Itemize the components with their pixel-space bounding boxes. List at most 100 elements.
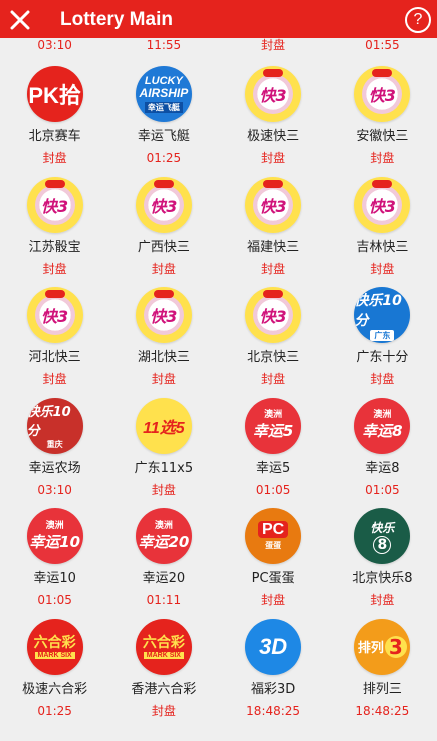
help-button[interactable]: ? <box>405 7 431 33</box>
kuai3-icon: 快3 <box>354 176 411 233</box>
lottery-status: 封盘 <box>261 593 286 607</box>
icon-label: 快3 <box>41 196 69 216</box>
icon-label: 重庆 <box>46 440 63 449</box>
lottery-item[interactable]: 快3 广西快三封盘 <box>109 171 218 282</box>
lottery-status: 01:05 <box>37 593 72 607</box>
lottery-name: 北京快三 <box>247 350 300 365</box>
lucky-5-icon: 澳洲幸运5 <box>245 397 302 454</box>
icon-label: 幸运5 <box>252 422 294 440</box>
lottery-item[interactable]: 快3 河北快三 封盘 <box>0 281 109 392</box>
lottery-name: 广东十分 <box>356 350 409 365</box>
icon-label: 快3 <box>368 86 396 105</box>
kuai3-icon: 快3 <box>135 287 192 343</box>
lottery-name: 吉林快三 <box>356 239 409 255</box>
lottery-status: 封盘 <box>42 372 67 386</box>
partial-status: 封盘 <box>261 38 286 52</box>
fucai-3d-icon: 3D <box>245 618 302 675</box>
lottery-status: 封盘 <box>370 151 395 165</box>
lottery-item[interactable]: 快3 吉林快三封盘 <box>328 171 437 282</box>
lottery-name: 幸运农场 <box>28 460 81 476</box>
icon-label: AIRSHIP <box>139 85 189 100</box>
guangdong-10-icon: 快乐10分 广东 <box>354 287 411 343</box>
lucky-10-icon: 澳洲 幸运10 <box>26 508 83 564</box>
lottery-item[interactable]: 快3 福建快三 封盘 <box>219 171 328 282</box>
lottery-name: 广西快三 <box>137 239 190 255</box>
lottery-status: 封盘 <box>370 261 395 276</box>
lottery-item[interactable]: 快3 极速快三 封盘 <box>219 60 328 171</box>
kuai3-icon: 快3 <box>26 176 83 233</box>
lottery-item[interactable]: PK拾 北京赛车 封盘 <box>0 60 109 171</box>
lottery-name: 北京赛车 <box>28 129 81 144</box>
icon-label: 8 <box>373 535 392 554</box>
lottery-status: 封盘 <box>42 261 67 276</box>
bj-kl8-icon: 快乐 8 <box>354 508 411 564</box>
partial-status: 11:55 <box>146 38 182 52</box>
lottery-status: 01:11 <box>146 593 182 607</box>
lottery-item[interactable]: 快3 湖北快三封盘 <box>109 281 218 392</box>
kuai3-icon: 快3 <box>245 66 302 122</box>
icon-label: 11选5 <box>143 419 185 437</box>
top-bar: Lottery Main ? <box>0 0 437 40</box>
lottery-status: 封盘 <box>151 372 176 386</box>
lottery-item[interactable]: 六合彩 MARK SIX 香港六合彩 封盘 <box>109 613 218 724</box>
lottery-item[interactable]: 快乐10分 广东 广东十分 封盘 <box>328 281 437 392</box>
pc-egg-icon: PC 蛋蛋 <box>245 508 302 564</box>
lottery-name: 幸运飞艇 <box>137 129 190 144</box>
close-button[interactable] <box>0 0 40 40</box>
kuai3-icon: 快3 <box>245 287 302 343</box>
icon-label: 幸运10 <box>29 532 81 551</box>
icon-label: 幸运20 <box>138 532 190 551</box>
page-title: Lottery Main <box>60 9 173 30</box>
icon-label: 澳洲 <box>45 520 64 531</box>
icon-label: 广东 <box>370 329 395 341</box>
icon-label: MARK SIX <box>143 651 184 659</box>
lottery-status: 封盘 <box>261 372 286 386</box>
lucky-farm-icon: 快乐10分 重庆 <box>26 397 83 454</box>
lottery-status: 01:25 <box>37 703 72 718</box>
kuai3-icon: 快3 <box>26 287 83 343</box>
lottery-item[interactable]: 排列 3 排列三 18:48:25 <box>328 613 437 724</box>
lottery-status: 18:48:25 <box>355 703 410 718</box>
lottery-item[interactable]: 3D 福彩3D 18:48:25 <box>219 613 328 724</box>
lottery-status: 封盘 <box>151 703 176 718</box>
icon-label: 快3 <box>150 307 178 326</box>
close-icon <box>10 10 30 30</box>
lottery-item[interactable]: 澳洲 幸运20 幸运20 01:11 <box>109 502 218 613</box>
lottery-name: 幸运5 <box>255 460 291 476</box>
lottery-item[interactable]: 澳洲 幸运5 幸运5 01:05 <box>219 392 328 503</box>
11x5-icon: 11选5 <box>135 397 192 454</box>
lottery-name: 福建快三 <box>247 239 300 255</box>
lottery-name: 湖北快三 <box>137 350 190 365</box>
lottery-item[interactable]: 澳洲 幸运8 幸运8 01:05 <box>328 392 437 503</box>
lottery-item[interactable]: 快3 江苏骰宝封盘 <box>0 171 109 282</box>
lottery-name: PC蛋蛋 <box>251 571 295 586</box>
icon-label: 澳洲 <box>264 410 283 420</box>
icon-label: 快3 <box>259 307 287 326</box>
icon-label: MARK SIX <box>34 651 75 659</box>
lottery-name: 极速六合彩 <box>22 681 88 697</box>
lucky-8-icon: 澳洲 幸运8 <box>354 397 411 454</box>
icon-label: 幸运飞艇 <box>144 101 183 113</box>
icon-label: 蛋蛋 <box>265 541 282 550</box>
lottery-item[interactable]: 快3 安徽快三 封盘 <box>328 60 437 171</box>
icon-label: 幸运8 <box>362 422 403 440</box>
lottery-name: 幸运20 <box>142 571 186 586</box>
icon-label: 快3 <box>41 307 69 326</box>
lottery-item[interactable]: PC 蛋蛋 PC蛋蛋封盘 <box>219 502 328 613</box>
lottery-name: 江苏骰宝 <box>28 239 81 255</box>
icon-label: 排列 <box>357 641 384 656</box>
lottery-status: 封盘 <box>261 151 286 165</box>
icon-label: 六合彩 <box>33 634 76 651</box>
lottery-status: 封盘 <box>151 482 176 497</box>
icon-label: LUCKY <box>144 74 183 87</box>
lottery-item[interactable]: 11选5 广东11x5 封盘 <box>109 392 218 503</box>
lottery-item[interactable]: 快3 北京快三封盘 <box>219 281 328 392</box>
icon-label: 快3 <box>150 196 178 216</box>
lottery-status: 封盘 <box>151 261 176 276</box>
icon-label: 快3 <box>259 86 287 105</box>
lottery-item[interactable]: LUCKY AIRSHIP 幸运飞艇 幸运飞艇 01:25 <box>109 60 218 171</box>
lottery-item[interactable]: 快乐10分 重庆 幸运农场 03:10 <box>0 392 109 503</box>
lottery-item[interactable]: 六合彩 MARK SIX 极速六合彩 01:25 <box>0 613 109 724</box>
lottery-item[interactable]: 澳洲 幸运10 幸运10 01:05 <box>0 502 109 613</box>
lottery-item[interactable]: 快乐 8 北京快乐8 封盘 <box>328 502 437 613</box>
